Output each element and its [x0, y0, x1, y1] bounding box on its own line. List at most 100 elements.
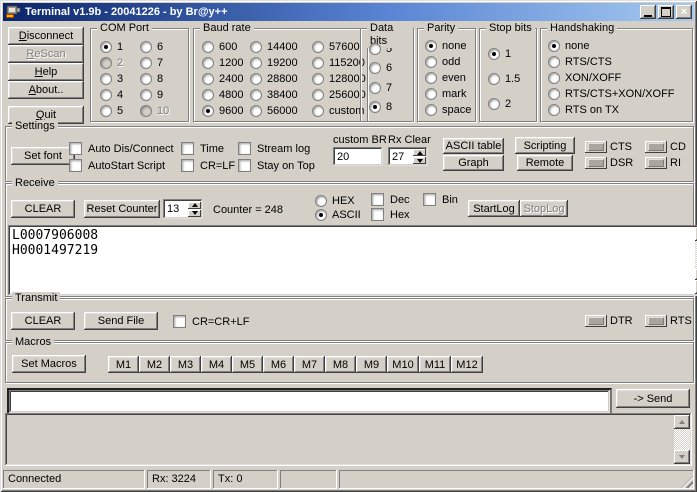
baud-256000-radio[interactable]: 256000: [312, 87, 366, 102]
macro-m10-button[interactable]: M10: [387, 356, 419, 373]
com6-radio[interactable]: 6: [140, 39, 186, 54]
radio-label: 38400: [267, 89, 298, 101]
receive-clear-button[interactable]: CLEAR: [11, 200, 75, 218]
macro-m1-button[interactable]: M1: [108, 356, 139, 373]
startlog-button[interactable]: StartLog: [468, 200, 520, 217]
custom-br-field[interactable]: 20: [333, 147, 383, 166]
baud-custom-radio[interactable]: custom: [312, 103, 366, 118]
bin-checkbox[interactable]: Bin: [423, 193, 458, 206]
baud-14400-radio[interactable]: 14400: [250, 39, 312, 54]
baud-4800-radio[interactable]: 4800: [202, 87, 250, 102]
send-input[interactable]: [7, 388, 612, 415]
baud-19200-radio[interactable]: 19200: [250, 55, 312, 70]
stay-on-top-checkbox[interactable]: Stay on Top: [238, 159, 315, 172]
macro-m8-button[interactable]: M8: [325, 356, 356, 373]
macro-m12-button[interactable]: M12: [451, 356, 483, 373]
macro-m11-button[interactable]: M11: [419, 356, 451, 373]
baud-38400-radio[interactable]: 38400: [250, 87, 312, 102]
parity-none-radio[interactable]: none: [425, 39, 473, 54]
databits-6-radio[interactable]: 6: [369, 61, 411, 76]
macro-m7-button[interactable]: M7: [294, 356, 325, 373]
baud-28800-radio[interactable]: 28800: [250, 71, 312, 86]
rx-count-spinner[interactable]: 13: [163, 199, 203, 219]
com7-radio[interactable]: 7: [140, 55, 186, 70]
stopbits-1-radio[interactable]: 1: [488, 46, 534, 61]
baud-115200-radio[interactable]: 115200: [312, 55, 366, 70]
disconnect-button[interactable]: Disconnect: [8, 27, 84, 45]
dec-checkbox[interactable]: Dec: [371, 193, 410, 206]
reset-counter-button[interactable]: Reset Counter: [84, 200, 160, 218]
cr-crlf-checkbox[interactable]: CR=CR+LF: [173, 315, 249, 328]
macro-m4-button[interactable]: M4: [201, 356, 232, 373]
baud-56000-radio[interactable]: 56000: [250, 103, 312, 118]
set-macros-button[interactable]: Set Macros: [12, 355, 86, 373]
hex-view-checkbox[interactable]: Hex: [371, 208, 410, 221]
com8-radio[interactable]: 8: [140, 71, 186, 86]
button-label: M7: [302, 359, 317, 371]
hs-rts-on-tx-radio[interactable]: RTS on TX: [548, 103, 690, 118]
resize-grip[interactable]: [681, 476, 693, 488]
stopbits-1p5-radio[interactable]: 1.5: [488, 71, 534, 86]
terminal-line: H0001497219: [12, 243, 693, 258]
com4-radio[interactable]: 4: [100, 87, 140, 102]
maximize-button[interactable]: [658, 5, 674, 19]
parity-mark-radio[interactable]: mark: [425, 87, 473, 102]
com3-radio[interactable]: 3: [100, 71, 140, 86]
about-button[interactable]: About..: [8, 81, 84, 99]
cr-lf-checkbox[interactable]: CR=LF: [181, 159, 235, 172]
ascii-table-button[interactable]: ASCII table: [443, 138, 504, 154]
com5-radio[interactable]: 5: [100, 103, 140, 118]
baud-9600-radio[interactable]: 9600: [202, 103, 250, 118]
transmit-clear-button[interactable]: CLEAR: [11, 312, 75, 330]
spin-down-button[interactable]: [188, 210, 201, 217]
rx-clear-spinner[interactable]: 27: [388, 147, 428, 166]
hs-none-radio[interactable]: none: [548, 39, 690, 54]
time-checkbox[interactable]: Time: [181, 142, 224, 155]
baud-1200-radio[interactable]: 1200: [202, 55, 250, 70]
rts-indicator[interactable]: [645, 315, 667, 327]
set-font-button[interactable]: Set font: [11, 147, 75, 165]
spin-up-button[interactable]: [413, 149, 426, 156]
dtr-indicator[interactable]: [585, 315, 607, 327]
title-bar[interactable]: Terminal v1.9b - 20041226 - by Br@y++ ×: [3, 3, 694, 21]
spin-down-button[interactable]: [413, 157, 426, 164]
minimize-button[interactable]: [640, 5, 656, 19]
com9-radio[interactable]: 9: [140, 87, 186, 102]
macro-m3-button[interactable]: M3: [170, 356, 201, 373]
hex-mode-radio[interactable]: HEX: [315, 193, 355, 208]
parity-odd-radio[interactable]: odd: [425, 55, 473, 70]
macro-m2-button[interactable]: M2: [139, 356, 170, 373]
ascii-mode-radio[interactable]: ASCII: [315, 207, 361, 222]
parity-even-radio[interactable]: even: [425, 71, 473, 86]
hs-rtscts-xonxoff-radio[interactable]: RTS/CTS+XON/XOFF: [548, 87, 690, 102]
auto-connect-checkbox[interactable]: Auto Dis/Connect: [69, 142, 174, 155]
send-button[interactable]: -> Send: [616, 389, 690, 408]
radio-label: 19200: [267, 57, 298, 69]
baud-600-radio[interactable]: 600: [202, 39, 250, 54]
baud-57600-radio[interactable]: 57600: [312, 39, 366, 54]
databits-8-radio[interactable]: 8: [369, 100, 411, 115]
macro-m6-button[interactable]: M6: [263, 356, 294, 373]
transmit-monitor[interactable]: [5, 413, 692, 466]
graph-button[interactable]: Graph: [443, 155, 504, 171]
parity-space-radio[interactable]: space: [425, 103, 473, 118]
receive-terminal[interactable]: L0007906008 H0001497219: [8, 225, 697, 296]
hs-xonxoff-radio[interactable]: XON/XOFF: [548, 71, 690, 86]
help-button[interactable]: Help: [8, 63, 84, 81]
macro-m9-button[interactable]: M9: [356, 356, 387, 373]
hs-rtscts-radio[interactable]: RTS/CTS: [548, 55, 690, 70]
remote-button[interactable]: Remote: [517, 155, 573, 171]
baud-2400-radio[interactable]: 2400: [202, 71, 250, 86]
databits-7-radio[interactable]: 7: [369, 80, 411, 95]
stream-log-checkbox[interactable]: Stream log: [238, 142, 310, 155]
baud-128000-radio[interactable]: 128000: [312, 71, 366, 86]
spin-up-button[interactable]: [188, 202, 201, 209]
macro-m5-button[interactable]: M5: [232, 356, 263, 373]
com1-radio[interactable]: 1: [100, 39, 140, 54]
stopbits-2-radio[interactable]: 2: [488, 97, 534, 112]
autostart-script-checkbox[interactable]: AutoStart Script: [69, 159, 165, 172]
scripting-button[interactable]: Scripting: [515, 137, 575, 154]
send-file-button[interactable]: Send File: [84, 312, 158, 330]
radio-label: 8: [157, 73, 163, 85]
close-button[interactable]: ×: [676, 5, 692, 19]
